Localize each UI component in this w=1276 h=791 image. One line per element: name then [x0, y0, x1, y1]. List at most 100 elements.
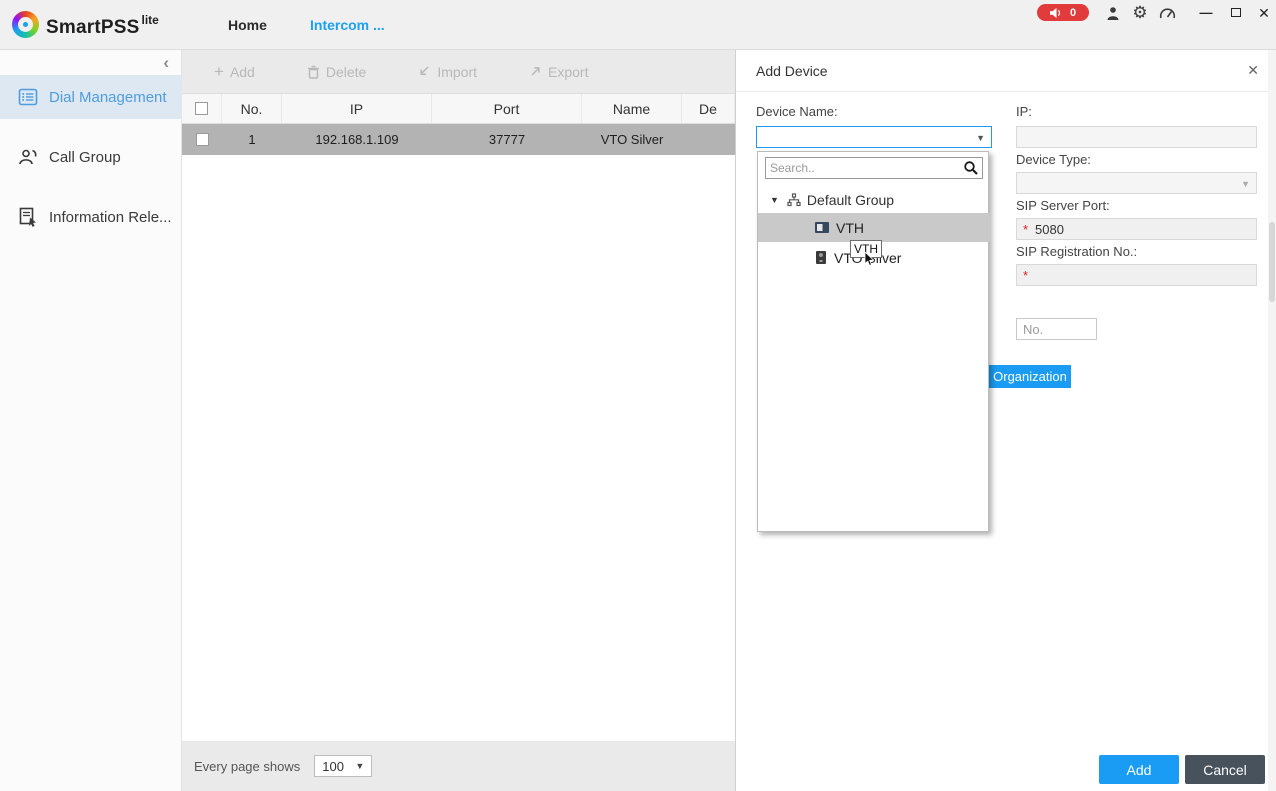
app-logo-icon	[12, 11, 39, 38]
import-label: Import	[437, 64, 477, 80]
settings-gear-icon[interactable]: ⚙	[1131, 3, 1149, 19]
page-size-select[interactable]: 100 ▼	[314, 755, 372, 777]
vto-device-icon	[814, 250, 828, 265]
select-all-checkbox[interactable]	[195, 102, 208, 115]
chevron-down-icon: ▼	[976, 133, 985, 143]
export-button[interactable]: Export	[529, 64, 588, 80]
add-button[interactable]: Add	[1099, 755, 1179, 784]
sip-server-port-label: SIP Server Port:	[1016, 198, 1110, 213]
add-label: Add	[230, 64, 255, 80]
search-icon	[963, 160, 979, 176]
trash-icon	[307, 65, 320, 79]
information-release-icon	[17, 206, 39, 228]
required-marker: *	[1023, 268, 1028, 283]
export-icon	[529, 65, 542, 78]
panel-title: Add Device	[756, 63, 828, 79]
smartpss-window: SmartPSSlite Home Intercom ... 0 ⚙ —	[0, 0, 1276, 791]
ip-label: IP:	[1016, 104, 1032, 119]
header-no: No.	[222, 94, 282, 123]
app-title: SmartPSSlite	[46, 13, 159, 39]
speaker-icon	[1050, 7, 1063, 19]
row-no: 1	[222, 124, 282, 155]
device-table-header: No. IP Port Name De	[182, 93, 735, 124]
vth-device-icon	[814, 220, 830, 235]
device-name-dropdown: ▼ Default Group VTH	[757, 151, 989, 532]
sidebar-item-label: Call Group	[49, 149, 121, 166]
sidebar-item-dial-management[interactable]: Dial Management	[0, 75, 182, 119]
dropdown-search-box[interactable]	[765, 157, 983, 179]
device-name-combobox[interactable]: ▼	[756, 126, 992, 148]
sip-server-port-input[interactable]	[1016, 218, 1257, 240]
sip-registration-input[interactable]	[1016, 264, 1257, 286]
sidebar-item-label: Dial Management	[49, 89, 167, 106]
page-size-label: Every page shows	[194, 759, 300, 774]
header-checkbox-cell	[182, 94, 222, 123]
alarm-badge[interactable]: 0	[1037, 4, 1089, 21]
cancel-button[interactable]: Cancel	[1185, 755, 1265, 784]
header-port: Port	[432, 94, 582, 123]
user-icon[interactable]	[1104, 6, 1122, 22]
device-name-label: Device Name:	[756, 104, 838, 119]
device-list-area: + Add Delete Import	[182, 50, 735, 791]
tree-group-label: Default Group	[807, 192, 894, 208]
device-type-label: Device Type:	[1016, 152, 1091, 167]
import-icon	[418, 65, 431, 78]
call-group-icon	[17, 146, 39, 168]
organization-tree-icon	[787, 193, 801, 207]
delete-device-button[interactable]: Delete	[307, 64, 366, 80]
dial-management-icon	[17, 86, 39, 108]
dropdown-search-input[interactable]	[770, 159, 955, 177]
window-close-button[interactable]: ✕	[1254, 3, 1274, 23]
table-row[interactable]: 1 192.168.1.109 37777 VTO Silver	[182, 124, 735, 155]
tree-group-default[interactable]: ▼ Default Group	[758, 186, 990, 213]
sidebar-collapse-icon[interactable]: ‹	[163, 53, 169, 73]
window-maximize-button[interactable]	[1226, 3, 1246, 23]
panel-scrollbar[interactable]	[1268, 50, 1276, 791]
header-name: Name	[582, 94, 682, 123]
sidebar-item-information-release[interactable]: Information Rele...	[0, 195, 182, 239]
app-name: SmartPSS	[46, 17, 139, 38]
app-name-suffix: lite	[141, 13, 158, 27]
alarm-count: 0	[1070, 7, 1076, 19]
close-icon[interactable]: ✕	[1247, 62, 1259, 79]
tree-item-vth[interactable]: VTH	[758, 213, 990, 242]
add-device-toolbar-button[interactable]: + Add	[214, 64, 255, 80]
chevron-down-icon: ▼	[355, 761, 364, 771]
tree-expand-icon[interactable]: ▼	[770, 195, 779, 205]
titlebar: SmartPSSlite Home Intercom ... 0 ⚙ —	[0, 0, 1276, 50]
row-checkbox-cell	[182, 124, 222, 155]
sidebar: ‹ Dial Management Call Group	[0, 50, 182, 791]
tab-home[interactable]: Home	[228, 17, 267, 33]
panel-header: Add Device ✕	[736, 50, 1276, 92]
chevron-down-icon: ▼	[1241, 179, 1250, 189]
performance-gauge-icon[interactable]	[1158, 6, 1176, 22]
device-type-select[interactable]: ▼	[1016, 172, 1257, 194]
row-port: 37777	[432, 124, 582, 155]
organization-button[interactable]: Organization	[989, 365, 1071, 388]
sip-registration-label: SIP Registration No.:	[1016, 244, 1137, 259]
header-device-type: De	[682, 94, 735, 123]
tree-item-label: VTH	[836, 220, 864, 236]
pagination-bar: Every page shows 100 ▼	[182, 741, 735, 791]
delete-label: Delete	[326, 64, 366, 80]
row-ip: 192.168.1.109	[282, 124, 432, 155]
device-toolbar: + Add Delete Import	[182, 50, 735, 93]
add-device-panel: Add Device ✕ Device Name: ▼ ▼	[735, 50, 1276, 791]
window-minimize-button[interactable]: —	[1196, 3, 1216, 23]
sidebar-item-label: Information Rele...	[49, 209, 172, 226]
row-name: VTO Silver	[582, 124, 682, 155]
export-label: Export	[548, 64, 588, 80]
header-ip: IP	[282, 94, 432, 123]
import-button[interactable]: Import	[418, 64, 477, 80]
row-checkbox[interactable]	[196, 133, 209, 146]
plus-icon: +	[214, 65, 224, 79]
ip-input[interactable]	[1016, 126, 1257, 148]
sidebar-item-call-group[interactable]: Call Group	[0, 135, 182, 179]
row-device-type	[682, 124, 735, 155]
tab-intercom[interactable]: Intercom ...	[310, 17, 385, 33]
table-body-empty	[182, 155, 735, 741]
page-size-value: 100	[322, 759, 344, 774]
required-marker: *	[1023, 222, 1028, 237]
mouse-cursor-icon	[864, 252, 875, 267]
no-input[interactable]	[1016, 318, 1097, 340]
